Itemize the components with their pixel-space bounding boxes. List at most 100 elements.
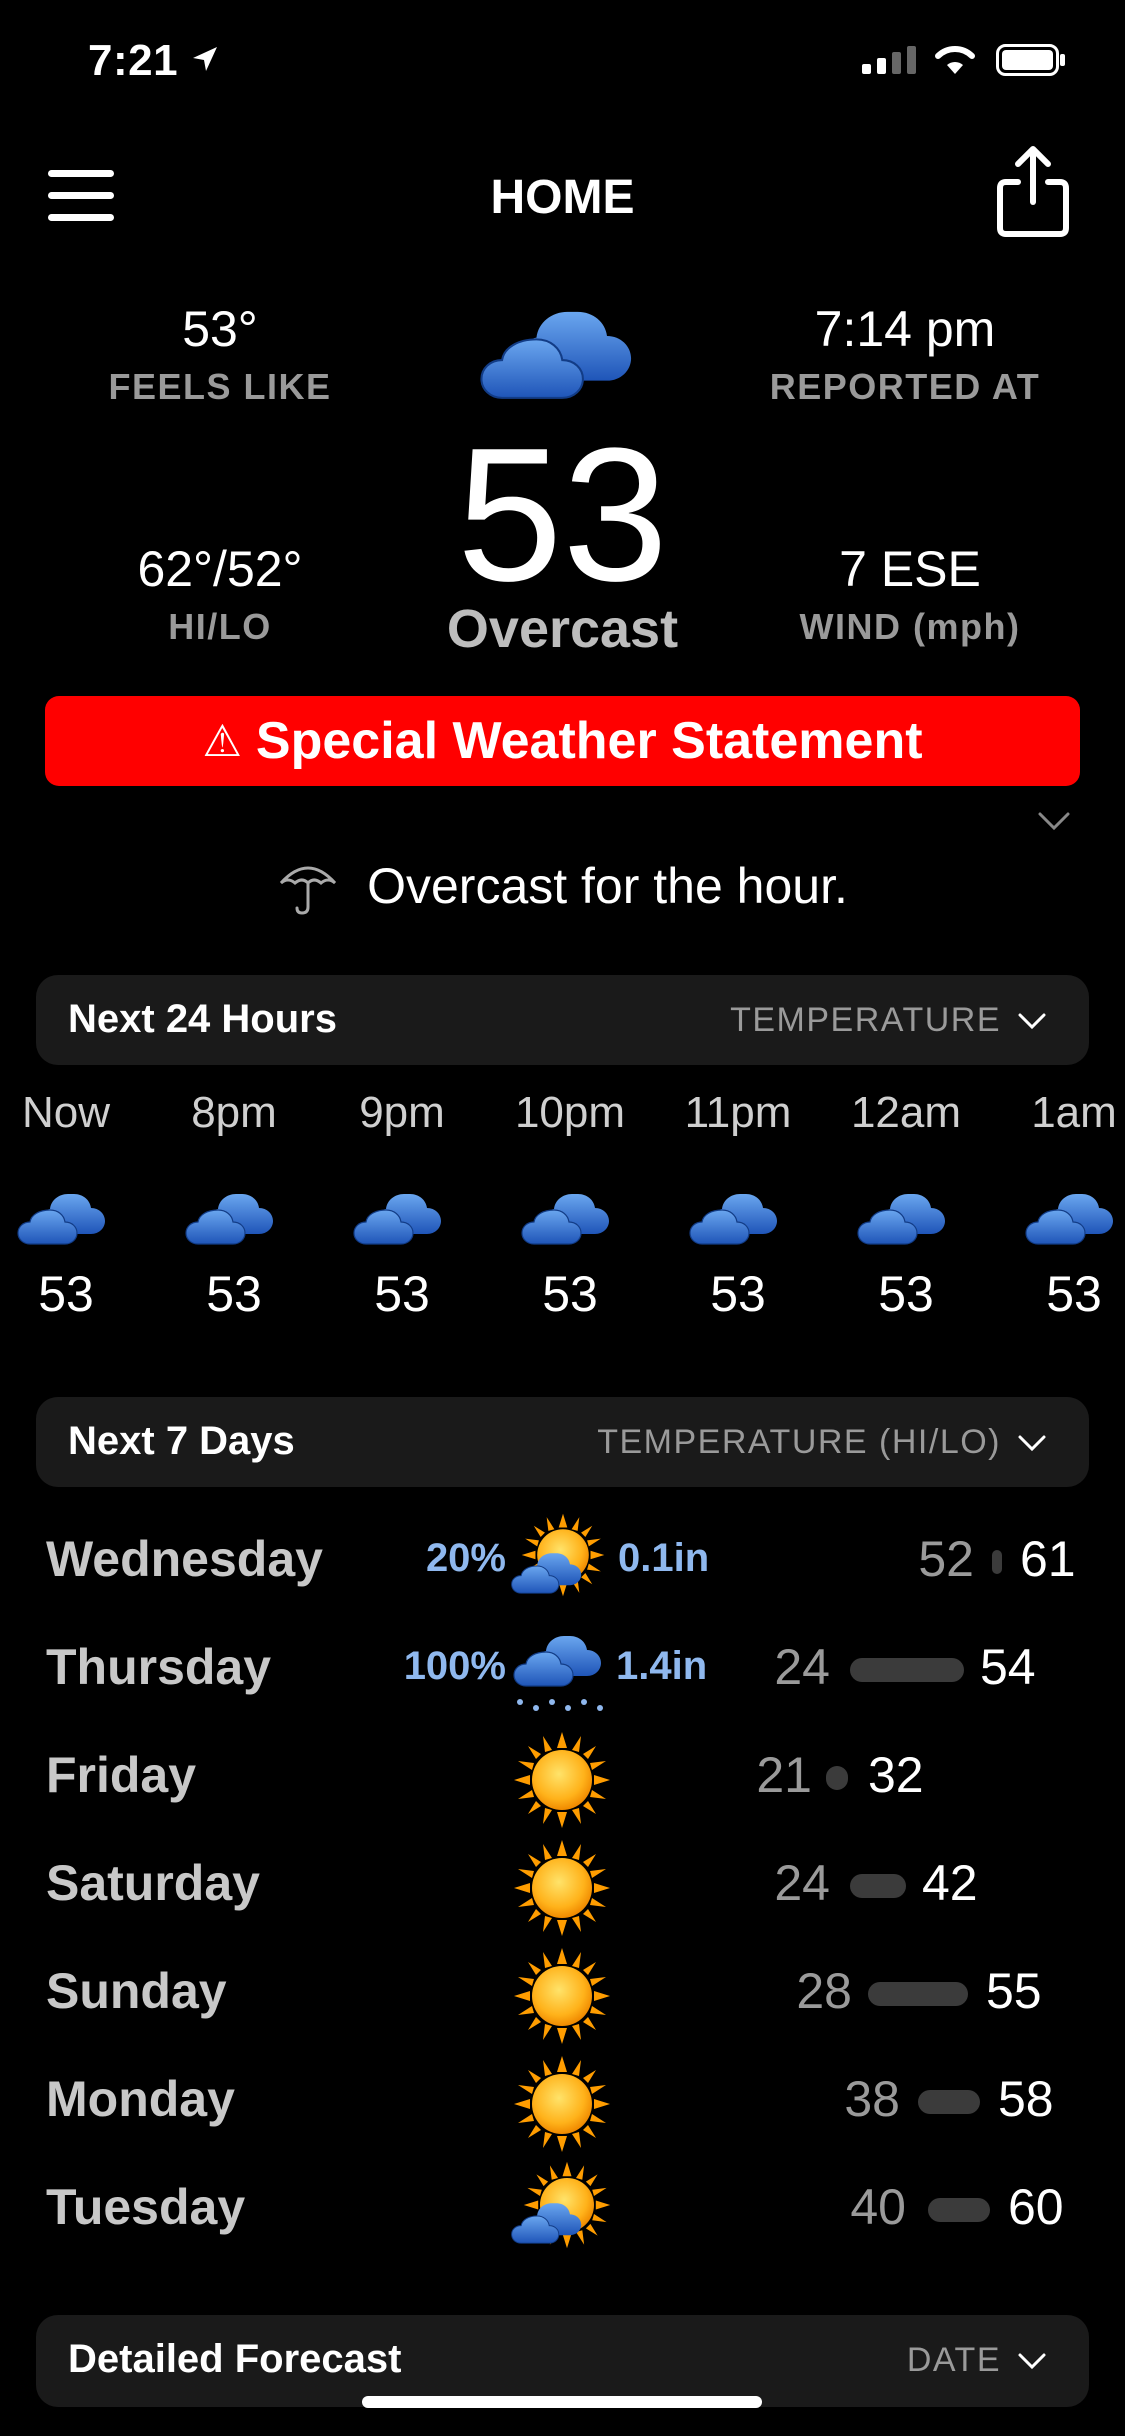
day-row-tuesday[interactable]: Tuesday 40 60 [0,2160,1125,2250]
weather-alert-banner[interactable]: ⚠ Special Weather Statement [45,696,1080,786]
hour-temp: 53 [206,1266,262,1322]
next-7-days-header[interactable]: Next 7 Days TEMPERATURE (HI/LO) [36,1397,1089,1487]
hour-time: Now [21,1088,111,1137]
day-row-friday[interactable]: Friday 21 32 [0,1728,1125,1828]
cloud-icon [352,1178,452,1252]
next-24-mode-selector[interactable]: TEMPERATURE [730,1001,1047,1040]
location-arrow-icon [193,47,217,71]
cloud-icon [856,1178,956,1252]
hour-time: 9pm [359,1088,445,1137]
sun-cloud-icon [511,1513,605,1597]
day-name: Thursday [46,1639,272,1695]
detailed-forecast-title: Detailed Forecast [68,2337,402,2381]
wind-label: WIND (mph) [799,606,1021,647]
hi-lo-stat: 62°/52° HI/LO [90,540,350,648]
wind-stat: 7 ESE WIND (mph) [760,540,1060,648]
feels-like-stat: 53° FEELS LIKE [100,300,340,408]
precip-amount: 0.1in [618,1536,710,1580]
cloud-icon [16,1178,116,1252]
day-name: Saturday [46,1855,260,1911]
feels-like-value: 53° [182,301,258,357]
hi-lo-label: HI/LO [168,606,272,647]
warning-icon: ⚠ [202,716,242,766]
next-7-mode-selector[interactable]: TEMPERATURE (HI/LO) [597,1423,1047,1462]
overcast-cloud-icon [478,284,650,412]
day-name: Friday [46,1747,197,1803]
low-temp: 21 [756,1747,812,1803]
day-row-monday[interactable]: Monday 38 58 [0,2052,1125,2152]
low-temp: 28 [796,1963,852,2019]
temp-range-bar [826,1766,848,1790]
precip-percent: 20% [425,1536,506,1580]
detailed-mode-label: DATE [906,2341,1001,2379]
hour-temp: 53 [710,1266,766,1322]
hour-time: 11pm [684,1088,792,1137]
detailed-forecast-header[interactable]: Detailed Forecast DATE [36,2315,1089,2407]
wifi-icon [935,45,975,74]
next-24-hours-header[interactable]: Next 24 Hours TEMPERATURE [36,975,1089,1065]
hour-temp: 53 [878,1266,934,1322]
high-temp: 32 [868,1747,924,1803]
share-icon [997,146,1069,237]
home-indicator[interactable] [362,2396,762,2408]
day-row-thursday[interactable]: Thursday 100% 1.4in 24 54 [0,1620,1125,1711]
hour-item: 10pm 53 [486,1088,654,1323]
hour-item: 12am 53 [822,1088,990,1323]
sun-cloud-icon [511,2161,611,2249]
hour-item: 8pm 53 [150,1088,318,1323]
hour-summary-text: Overcast for the hour. [367,858,848,914]
status-time: 7:21 [88,36,179,85]
high-temp: 61 [1020,1531,1076,1587]
expand-chevron-icon[interactable] [1036,808,1072,834]
low-temp: 40 [850,2179,906,2235]
umbrella-icon [279,866,337,915]
cloud-icon [184,1178,284,1252]
low-temp: 38 [844,2071,900,2127]
battery-icon [996,44,1065,76]
hour-item: 1am 53 [990,1088,1125,1323]
low-temp: 52 [918,1531,974,1587]
precip-amount: 1.4in [616,1644,708,1688]
low-temp: 24 [774,1855,830,1911]
cellular-signal-icon [862,44,916,74]
hour-item: 11pm 53 [654,1088,822,1323]
next-24-hours-title: Next 24 Hours [68,997,337,1041]
sun-icon [514,1840,610,1936]
hour-temp: 53 [542,1266,598,1322]
day-name: Monday [46,2071,235,2127]
rain-cloud-icon [513,1635,603,1711]
chevron-down-icon [1018,1013,1046,1029]
reported-at-value: 7:14 pm [814,301,996,357]
hour-temp: 53 [374,1266,430,1322]
temp-range-bar [850,1658,964,1682]
sun-icon [514,1948,610,2044]
next-7-days-title: Next 7 Days [68,1419,295,1463]
precip-percent: 100% [403,1644,506,1688]
next-24-mode-label: TEMPERATURE [730,1001,1001,1039]
hour-item: Now 53 [0,1088,150,1323]
hour-time: 1am [1031,1088,1117,1137]
high-temp: 60 [1008,2179,1064,2235]
wind-value: 7 ESE [839,541,981,597]
hour-time: 10pm [514,1088,626,1137]
day-row-wednesday[interactable]: Wednesday 20% 0.1in 52 61 [0,1512,1125,1602]
temp-range-bar [918,2090,980,2114]
low-temp: 24 [774,1639,830,1695]
cloud-icon [688,1178,788,1252]
sun-icon [514,2056,610,2152]
hour-summary: Overcast for the hour. [0,855,1125,917]
chevron-down-icon [1018,1435,1046,1451]
chevron-down-icon [1018,2353,1046,2369]
share-button[interactable] [994,144,1072,240]
reported-at-stat: 7:14 pm REPORTED AT [740,300,1070,408]
day-row-sunday[interactable]: Sunday 28 55 [0,1944,1125,2044]
temp-range-bar [992,1550,1002,1574]
day-name: Sunday [46,1963,227,2019]
hour-temp: 53 [38,1266,94,1322]
day-name: Wednesday [46,1531,323,1587]
alert-text: Special Weather Statement [255,712,923,770]
detailed-mode-selector[interactable]: DATE [907,2341,1047,2380]
day-row-saturday[interactable]: Saturday 24 42 [0,1836,1125,1936]
hourly-forecast-list[interactable]: Now 53 8pm 53 9pm 53 10pm 53 11pm 53 12a… [0,1088,1125,1338]
page-title: HOME [490,171,635,224]
